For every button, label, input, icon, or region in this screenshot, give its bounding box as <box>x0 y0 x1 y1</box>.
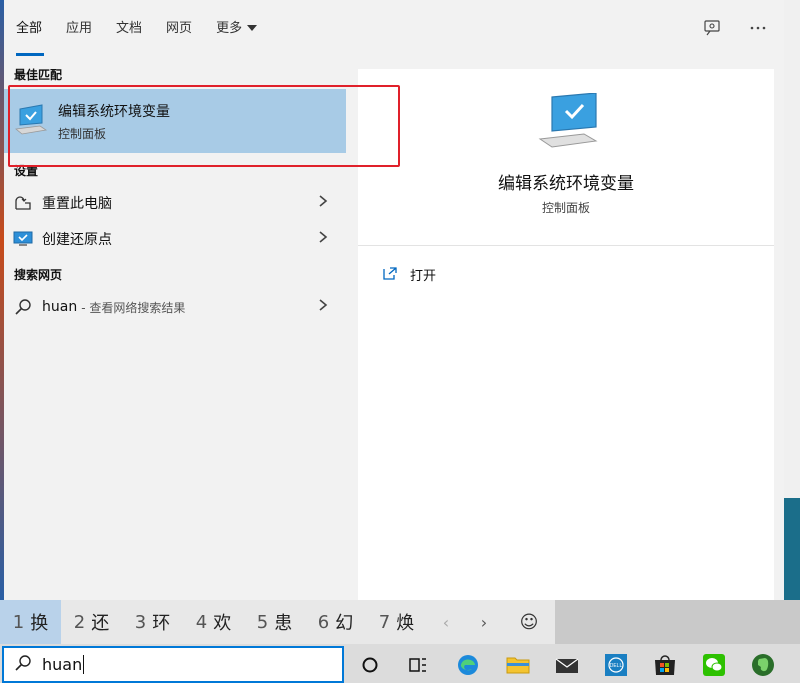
computer-icon <box>14 103 48 139</box>
settings-item-reset-pc[interactable]: 重置此电脑 <box>4 185 346 221</box>
settings-header: 设置 <box>14 164 39 178</box>
reset-pc-icon <box>4 195 42 211</box>
svg-text:DELL: DELL <box>610 663 623 669</box>
chevron-right-icon[interactable] <box>318 194 328 212</box>
tab-more-label: 更多 <box>216 21 243 36</box>
detail-subtitle: 控制面板 <box>541 201 590 215</box>
emoji-icon: ☺ <box>519 611 539 633</box>
candidate-char: 还 <box>91 613 110 634</box>
candidate-number: 4 <box>195 611 208 633</box>
evernote-icon[interactable] <box>750 652 776 678</box>
candidate-number: 5 <box>256 611 269 633</box>
ime-candidates: 1换 2还 3环 4欢 5患 6幻 7焕 ‹ › ☺ <box>0 600 555 644</box>
best-match-header: 最佳匹配 <box>14 68 63 82</box>
web-search-hint: - 查看网络搜索结果 <box>81 300 186 315</box>
results-list: 最佳匹配 编辑系统环境变量 控制面板 设置 重置此电脑 创建还原点 搜索网页 h… <box>4 56 346 600</box>
candidate-char: 欢 <box>213 613 232 634</box>
web-search-query: huan <box>42 299 78 315</box>
search-input[interactable]: huan <box>42 655 85 674</box>
candidate-char: 焕 <box>396 613 415 634</box>
cortana-icon[interactable] <box>357 652 383 678</box>
ime-prev-page-button[interactable]: ‹ <box>427 600 465 644</box>
ime-candidate[interactable]: 1换 <box>0 600 61 644</box>
search-icon <box>4 298 42 316</box>
tab-web-label: 网页 <box>166 21 193 36</box>
search-tabs: 全部 应用 文档 网页 更多 <box>4 0 784 56</box>
candidate-char: 患 <box>274 613 293 634</box>
candidate-number: 7 <box>378 611 391 633</box>
candidate-char: 环 <box>152 613 171 634</box>
ime-candidate[interactable]: 2还 <box>61 600 122 644</box>
feedback-button[interactable] <box>700 16 724 40</box>
ime-candidate[interactable]: 7焕 <box>366 600 427 644</box>
web-search-header: 搜索网页 <box>14 268 63 282</box>
task-view-icon[interactable] <box>405 652 431 678</box>
tab-more[interactable]: 更多 <box>204 0 269 56</box>
tabs-actions <box>700 16 770 40</box>
more-options-button[interactable] <box>746 16 770 40</box>
candidate-number: 3 <box>134 611 147 633</box>
ime-candidate[interactable]: 4欢 <box>183 600 244 644</box>
taskbar-search-box[interactable]: huan <box>2 646 344 683</box>
ime-candidate[interactable]: 5患 <box>244 600 305 644</box>
edge-icon[interactable] <box>455 652 481 678</box>
detail-pane: 编辑系统环境变量 控制面板 打开 <box>358 69 774 600</box>
ime-candidate-bar: 1换 2还 3环 4欢 5患 6幻 7焕 ‹ › ☺ <box>0 600 800 644</box>
chevron-down-icon <box>247 25 258 31</box>
tab-documents[interactable]: 文档 <box>104 0 154 56</box>
search-panel: 全部 应用 文档 网页 更多 最佳匹配 编辑系统环境变量 控制面板 设置 重置此… <box>4 0 784 600</box>
open-button[interactable]: 打开 <box>382 265 436 284</box>
tab-all[interactable]: 全部 <box>4 0 54 56</box>
search-icon <box>14 654 36 676</box>
best-match-item[interactable]: 编辑系统环境变量 控制面板 <box>4 89 346 153</box>
candidate-number: 1 <box>12 611 25 633</box>
web-search-item[interactable]: huan - 查看网络搜索结果 <box>4 289 346 325</box>
ime-emoji-button[interactable]: ☺ <box>503 600 555 644</box>
feedback-icon <box>704 20 720 36</box>
dell-app-icon[interactable]: DELL <box>603 652 629 678</box>
computer-icon <box>536 92 606 153</box>
wechat-icon[interactable] <box>701 652 727 678</box>
tab-apps[interactable]: 应用 <box>54 0 104 56</box>
candidate-char: 幻 <box>335 613 354 634</box>
tab-documents-label: 文档 <box>116 21 143 36</box>
ime-candidate[interactable]: 3环 <box>122 600 183 644</box>
desktop-background-edge-right <box>784 498 800 600</box>
best-match-subtitle: 控制面板 <box>58 127 107 141</box>
divider <box>358 245 774 246</box>
settings-item-label: 创建还原点 <box>42 232 112 248</box>
candidate-number: 6 <box>317 611 330 633</box>
settings-item-restore-point[interactable]: 创建还原点 <box>4 221 346 257</box>
detail-title: 编辑系统环境变量 <box>498 174 634 194</box>
candidate-number: 2 <box>73 611 86 633</box>
chevron-right-icon[interactable] <box>318 230 328 248</box>
ime-next-page-button[interactable]: › <box>465 600 503 644</box>
open-label: 打开 <box>410 269 437 284</box>
store-icon[interactable] <box>652 652 678 678</box>
restore-point-icon <box>4 230 42 248</box>
candidate-char: 换 <box>30 613 49 634</box>
chevron-left-icon: ‹ <box>442 612 450 632</box>
taskbar: huan DELL <box>0 644 800 683</box>
open-icon <box>382 266 398 284</box>
file-explorer-icon[interactable] <box>505 652 531 678</box>
tab-apps-label: 应用 <box>66 21 93 36</box>
mail-icon[interactable] <box>554 652 580 678</box>
tab-web[interactable]: 网页 <box>154 0 204 56</box>
more-icon <box>750 26 766 30</box>
chevron-right-icon[interactable] <box>318 298 328 316</box>
tab-all-label: 全部 <box>16 21 43 36</box>
ime-candidate[interactable]: 6幻 <box>305 600 366 644</box>
chevron-right-icon: › <box>480 612 488 632</box>
best-match-title: 编辑系统环境变量 <box>58 104 170 120</box>
settings-item-label: 重置此电脑 <box>42 196 112 212</box>
